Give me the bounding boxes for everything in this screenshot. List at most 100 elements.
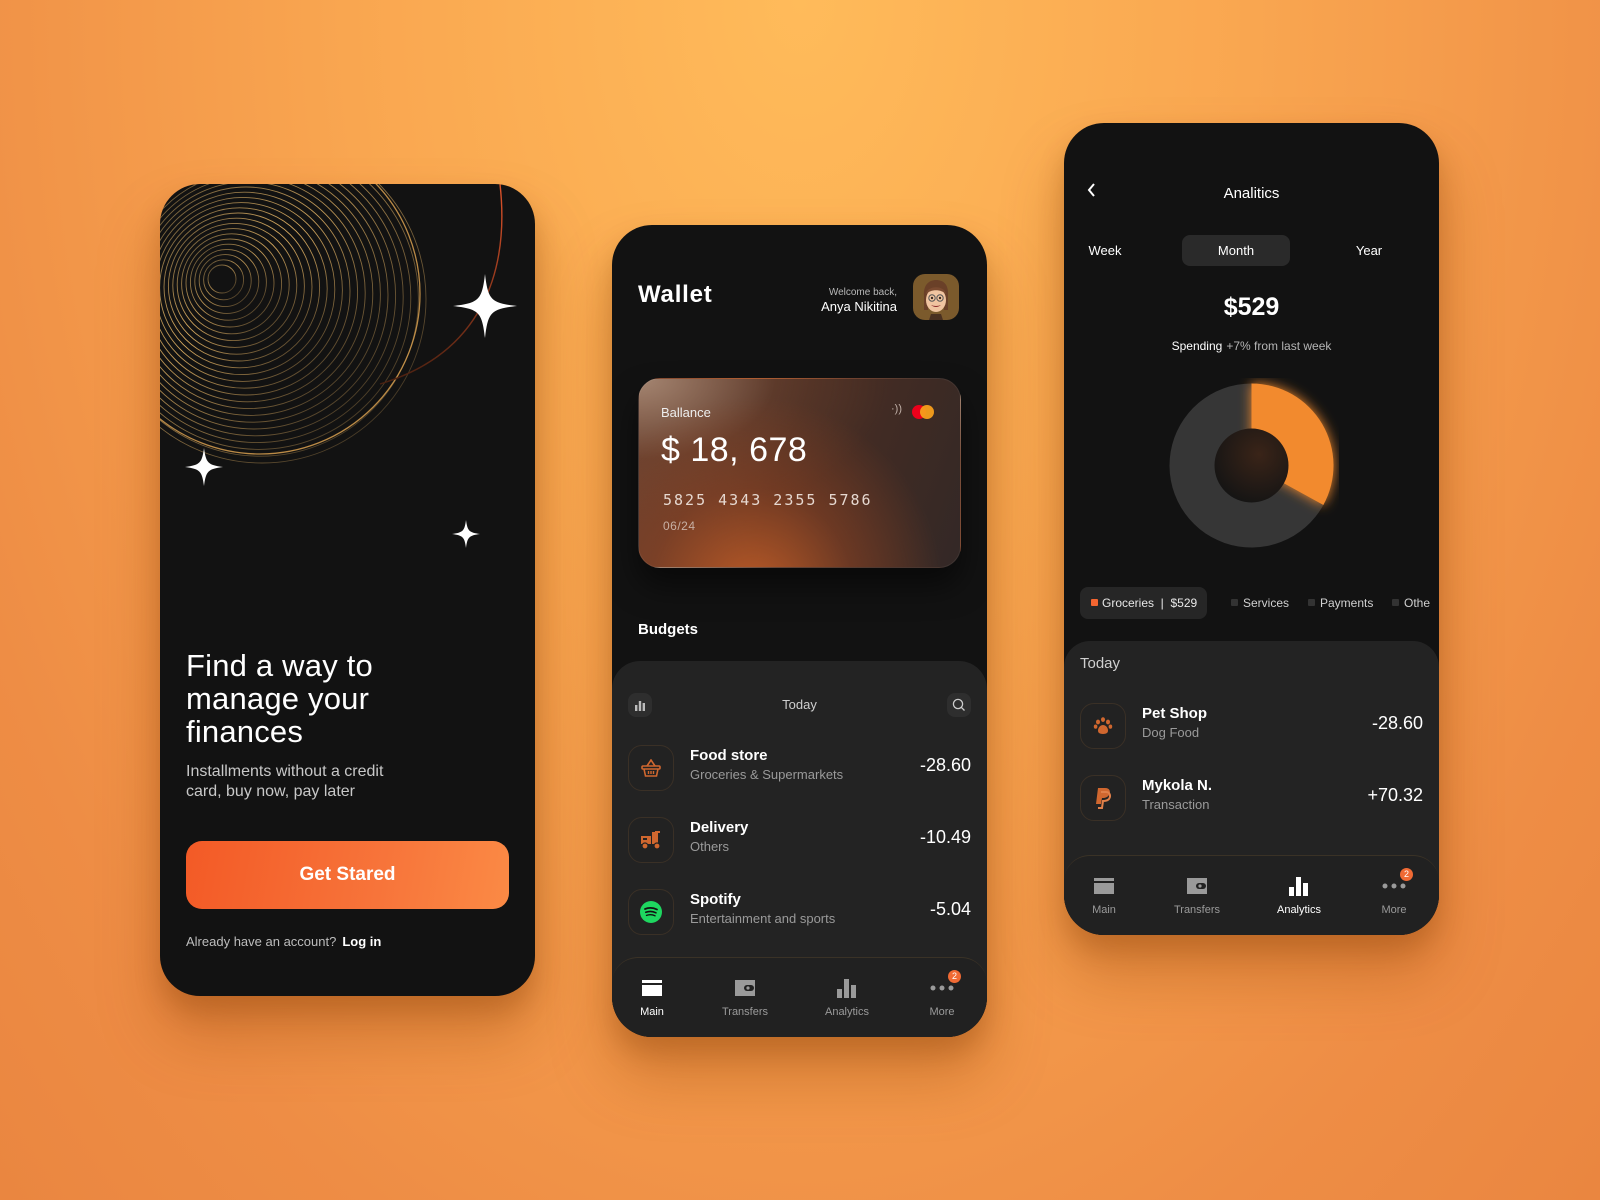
spiral-ring	[160, 207, 321, 369]
card-label: Ballance	[661, 405, 711, 420]
spiral-ring	[194, 248, 260, 314]
analytics-screen: Analitics Week Month Year $529 Spending +…	[1064, 123, 1439, 935]
tab-analytics[interactable]: Analytics	[1259, 874, 1339, 916]
search-button[interactable]	[947, 693, 971, 717]
legend-item-payments[interactable]: Payments	[1308, 587, 1373, 619]
spiral-ring	[160, 202, 328, 376]
tx-icon-wrapper	[1080, 775, 1126, 821]
spotify-icon	[640, 901, 662, 923]
notification-badge: 2	[1400, 868, 1413, 881]
transaction-row[interactable]: Food store Groceries & Supermarkets -28.…	[628, 745, 971, 793]
login-link[interactable]: Log in	[342, 934, 381, 949]
segment-month[interactable]: Month	[1182, 235, 1290, 266]
tx-title: Pet Shop	[1142, 705, 1208, 722]
spending-label: Spending	[1171, 339, 1223, 353]
tx-subtitle: Entertainment and sports	[690, 911, 836, 926]
transaction-row[interactable]: Delivery Others -10.49	[628, 817, 971, 865]
tx-amount: -28.60	[1371, 713, 1423, 733]
segment-year[interactable]: Year	[1344, 235, 1394, 266]
segment-week[interactable]: Week	[1080, 235, 1130, 266]
avatar[interactable]	[913, 274, 959, 320]
tab-more[interactable]: 2 More	[902, 970, 982, 1018]
tab-label: Transfers	[1173, 904, 1221, 916]
tab-more[interactable]: 2 More	[1354, 868, 1434, 916]
bar-chart-icon	[1289, 877, 1308, 896]
more-dots-icon	[930, 985, 954, 991]
page-title: Wallet	[638, 281, 713, 308]
delivery-truck-icon	[641, 831, 661, 850]
tab-transfers[interactable]: Transfers	[705, 976, 785, 1018]
contactless-icon: ·))	[891, 403, 902, 415]
tab-label: More	[929, 1006, 955, 1018]
subtitle: Installments without a credit card, buy …	[186, 763, 384, 800]
get-started-button[interactable]: Get Stared	[186, 841, 509, 909]
legend-swatch	[1392, 599, 1399, 606]
tab-transfers[interactable]: Transfers	[1157, 874, 1237, 916]
tab-label: Analytics	[824, 1006, 870, 1018]
login-row: Already have an account? Log in	[186, 934, 381, 949]
paypal-icon	[1096, 788, 1111, 809]
more-dots-icon	[1382, 883, 1406, 889]
headline: Find a way to manage your finances	[186, 648, 373, 749]
tab-label: Main	[640, 1006, 664, 1018]
card-icon	[642, 980, 662, 996]
spending-summary: Spending +7% from last week	[1064, 339, 1439, 353]
legend-label: Payments	[1320, 596, 1374, 610]
legend-label: Services	[1243, 596, 1290, 610]
tx-icon-wrapper	[628, 745, 674, 791]
spiral-ring	[207, 264, 237, 294]
welcome-block: Welcome back, Anya Nikitina	[821, 287, 897, 314]
bottom-tab-bar: Main Transfers Analytics 2 More	[612, 957, 987, 1037]
wallet-icon	[1187, 878, 1207, 894]
tx-amount: +70.32	[1367, 785, 1423, 805]
transaction-row[interactable]: Mykola N. Transaction +70.32	[1080, 775, 1423, 823]
spending-donut-chart	[1169, 383, 1334, 548]
legend-swatch	[1231, 599, 1238, 606]
period-label[interactable]: Today	[628, 697, 971, 712]
legend-item-other[interactable]: Othe	[1392, 587, 1430, 619]
budgets-header: Today	[628, 693, 971, 717]
tx-title: Spotify	[690, 891, 741, 908]
tab-main[interactable]: Main	[1064, 874, 1144, 916]
tx-icon-wrapper	[1080, 703, 1126, 749]
spiral-ring	[203, 259, 245, 301]
bottom-tab-bar: Main Transfers Analytics 2 More	[1064, 855, 1439, 935]
welcome-text: Welcome back,	[828, 287, 897, 298]
legend-label: Groceries | $529	[1102, 596, 1198, 610]
bar-chart-icon	[837, 979, 856, 998]
tx-title: Delivery	[690, 819, 749, 836]
tx-amount: -28.60	[919, 755, 971, 775]
section-title-today: Today	[1080, 655, 1121, 672]
legend-item-groceries[interactable]: Groceries | $529	[1080, 587, 1208, 619]
transaction-row[interactable]: Pet Shop Dog Food -28.60	[1080, 703, 1423, 751]
tx-title: Mykola N.	[1142, 777, 1213, 794]
tx-icon-wrapper	[628, 817, 674, 863]
login-prompt: Already have an account?	[186, 934, 337, 949]
period-segmented-control: Week Month Year	[1080, 235, 1423, 267]
tab-label: More	[1381, 904, 1407, 916]
legend-swatch	[1091, 599, 1098, 606]
chart-legend: Groceries | $529 Services Payments Othe	[1080, 587, 1439, 619]
notification-badge: 2	[948, 970, 961, 983]
section-title-budgets: Budgets	[638, 621, 698, 638]
spiral-ring	[160, 184, 389, 430]
sparkle-icon	[185, 448, 223, 486]
basket-icon	[641, 759, 661, 777]
tab-analytics[interactable]: Analytics	[807, 976, 887, 1018]
spiral-ring	[160, 184, 381, 423]
spending-change: +7% from last week	[1226, 339, 1332, 353]
tab-main[interactable]: Main	[612, 976, 692, 1018]
card-balance: $ 18, 678	[661, 431, 808, 469]
mastercard-logo-icon	[912, 405, 934, 419]
spiral-ring	[160, 184, 359, 403]
tx-subtitle: Transaction	[1142, 797, 1210, 812]
legend-item-services[interactable]: Services	[1231, 587, 1289, 619]
tx-title: Food store	[690, 747, 768, 764]
donut-hole	[1214, 428, 1289, 503]
card-expiry: 06/24	[663, 519, 696, 533]
spending-amount: $529	[1223, 293, 1280, 321]
balance-card[interactable]: Ballance ·)) $ 18, 678 5825 4343 2355 57…	[638, 378, 961, 568]
card-icon	[1094, 878, 1114, 894]
tx-subtitle: Dog Food	[1142, 725, 1200, 740]
transaction-row[interactable]: Spotify Entertainment and sports -5.04	[628, 889, 971, 937]
